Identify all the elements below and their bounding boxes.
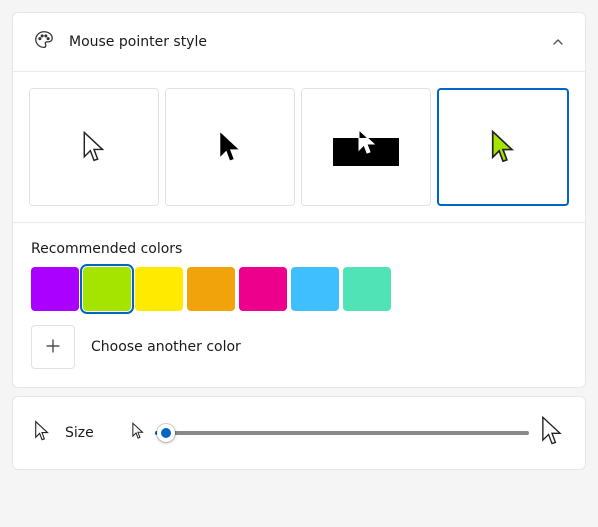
choose-another-row: Choose another color bbox=[31, 325, 567, 369]
color-swatch-skyblue[interactable] bbox=[291, 267, 339, 311]
chevron-up-icon bbox=[551, 35, 565, 49]
color-swatch-magenta[interactable] bbox=[239, 267, 287, 311]
cursor-small-icon bbox=[33, 420, 51, 446]
recommended-colors-section: Recommended colors Choose another color bbox=[13, 223, 585, 387]
size-slider[interactable] bbox=[155, 423, 529, 443]
palette-icon bbox=[33, 29, 55, 55]
card-header[interactable]: Mouse pointer style bbox=[13, 13, 585, 71]
pointer-style-inverted[interactable] bbox=[301, 88, 431, 206]
color-swatch-lime[interactable] bbox=[83, 267, 131, 311]
pointer-style-custom[interactable] bbox=[437, 88, 569, 206]
pointer-style-white[interactable] bbox=[29, 88, 159, 206]
color-swatch-orange[interactable] bbox=[187, 267, 235, 311]
size-row: Size bbox=[13, 397, 585, 469]
slider-track bbox=[155, 431, 529, 435]
pointer-size-card: Size bbox=[12, 396, 586, 470]
size-label: Size bbox=[65, 425, 117, 441]
size-slider-wrap bbox=[131, 415, 565, 451]
card-title: Mouse pointer style bbox=[69, 34, 537, 50]
color-swatch-yellow[interactable] bbox=[135, 267, 183, 311]
cursor-min-icon bbox=[131, 422, 145, 444]
color-swatch-purple[interactable] bbox=[31, 267, 79, 311]
add-color-button[interactable] bbox=[31, 325, 75, 369]
color-swatches bbox=[31, 267, 567, 311]
cursor-max-icon bbox=[539, 415, 565, 451]
choose-another-label: Choose another color bbox=[91, 339, 241, 355]
pointer-style-options bbox=[13, 72, 585, 222]
recommended-colors-label: Recommended colors bbox=[31, 241, 567, 257]
pointer-style-card: Mouse pointer style bbox=[12, 12, 586, 388]
pointer-style-black[interactable] bbox=[165, 88, 295, 206]
plus-icon bbox=[45, 335, 61, 359]
slider-thumb[interactable] bbox=[157, 424, 175, 442]
color-swatch-teal[interactable] bbox=[343, 267, 391, 311]
